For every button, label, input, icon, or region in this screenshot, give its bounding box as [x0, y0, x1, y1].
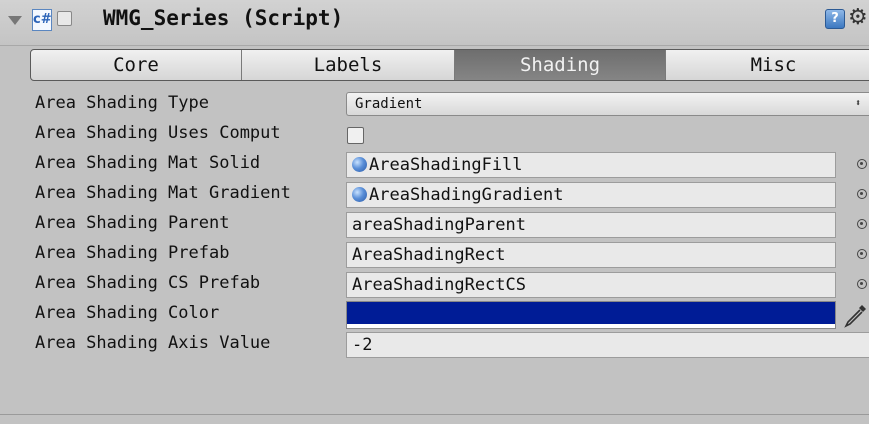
property-row-area-shading-mat-solid: Area Shading Mat Solid AreaShadingFill	[0, 150, 869, 180]
tab-shading[interactable]: Shading	[455, 50, 666, 80]
property-label: Area Shading Prefab	[35, 243, 230, 263]
eyedropper-icon[interactable]	[842, 302, 869, 329]
color-swatch-fill	[347, 302, 835, 324]
dropdown-arrows-icon: ⬍	[854, 98, 861, 109]
dropdown-value: Gradient	[355, 96, 423, 112]
property-row-area-shading-uses-compute: Area Shading Uses Comput	[0, 120, 869, 150]
tab-core[interactable]: Core	[31, 50, 242, 80]
component-title: WMG_Series (Script)	[103, 6, 344, 30]
enable-checkbox[interactable]	[57, 11, 72, 26]
tab-bar: Core Labels Shading Misc	[30, 49, 869, 81]
object-picker-icon[interactable]	[857, 159, 867, 169]
property-label: Area Shading Color	[35, 303, 220, 323]
object-picker-icon[interactable]	[857, 189, 867, 199]
property-label: Area Shading Mat Gradient	[35, 183, 291, 203]
property-row-area-shading-type: Area Shading Type Gradient ⬍	[0, 90, 869, 120]
property-label: Area Shading Uses Comput	[35, 123, 281, 143]
property-label: Area Shading Axis Value	[35, 333, 271, 353]
material-icon	[352, 157, 367, 172]
material-icon	[352, 187, 367, 202]
object-picker-icon[interactable]	[857, 219, 867, 229]
area-shading-mat-gradient-field[interactable]: AreaShadingGradient	[346, 182, 836, 208]
object-picker-icon[interactable]	[857, 279, 867, 289]
property-row-area-shading-cs-prefab: Area Shading CS Prefab AreaShadingRectCS	[0, 270, 869, 300]
property-row-area-shading-prefab: Area Shading Prefab AreaShadingRect	[0, 240, 869, 270]
gear-icon[interactable]: ⚙	[848, 4, 868, 32]
area-shading-parent-field[interactable]: areaShadingParent	[346, 212, 836, 238]
area-shading-cs-prefab-field[interactable]: AreaShadingRectCS	[346, 272, 836, 298]
property-label: Area Shading Parent	[35, 213, 230, 233]
property-row-area-shading-axis-value: Area Shading Axis Value -2	[0, 330, 869, 360]
area-shading-prefab-field[interactable]: AreaShadingRect	[346, 242, 836, 268]
property-label: Area Shading Mat Solid	[35, 153, 261, 173]
divider	[0, 414, 869, 415]
area-shading-color-field[interactable]	[346, 301, 836, 329]
script-icon: c#	[32, 9, 52, 31]
object-picker-icon[interactable]	[857, 249, 867, 259]
field-value: AreaShadingFill	[369, 155, 523, 175]
area-shading-type-dropdown[interactable]: Gradient ⬍	[346, 92, 869, 116]
field-value: AreaShadingGradient	[369, 185, 564, 205]
tab-misc[interactable]: Misc	[666, 50, 869, 80]
tab-labels[interactable]: Labels	[242, 50, 455, 80]
component-header: c# WMG_Series (Script) ? ⚙	[0, 0, 869, 46]
help-icon[interactable]: ?	[825, 9, 845, 29]
foldout-arrow-icon[interactable]	[8, 16, 22, 25]
property-label: Area Shading Type	[35, 93, 209, 113]
area-shading-mat-solid-field[interactable]: AreaShadingFill	[346, 152, 836, 178]
area-shading-uses-compute-checkbox[interactable]	[347, 127, 364, 144]
area-shading-axis-value-field[interactable]: -2	[346, 332, 869, 358]
property-label: Area Shading CS Prefab	[35, 273, 261, 293]
property-row-area-shading-mat-gradient: Area Shading Mat Gradient AreaShadingGra…	[0, 180, 869, 210]
property-row-area-shading-parent: Area Shading Parent areaShadingParent	[0, 210, 869, 240]
property-row-area-shading-color: Area Shading Color	[0, 300, 869, 330]
